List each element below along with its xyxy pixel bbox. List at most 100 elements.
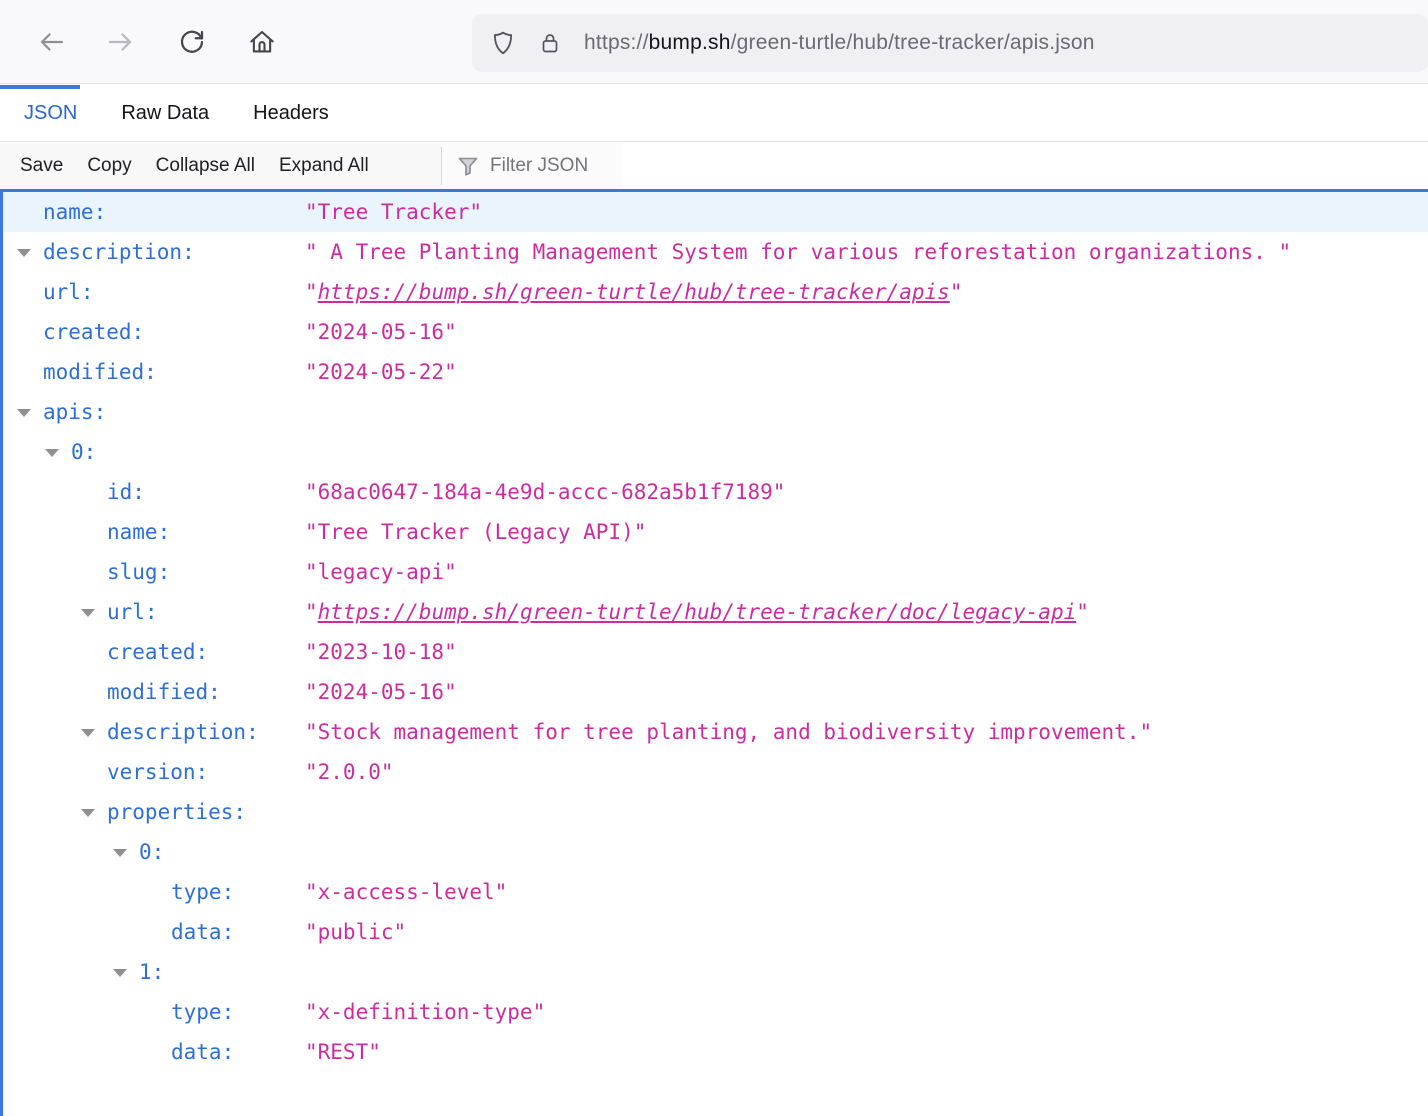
chevron-down-icon[interactable] — [81, 729, 95, 737]
json-key: type: — [171, 992, 234, 1032]
json-value: "2024-05-16" — [305, 672, 457, 712]
json-row[interactable]: description: "Stock management for tree p… — [3, 712, 1428, 752]
json-value: "2024-05-22" — [305, 352, 457, 392]
json-key: data: — [171, 1032, 234, 1072]
json-value[interactable]: "https://bump.sh/green-turtle/hub/tree-t… — [305, 272, 962, 312]
json-value: "public" — [305, 912, 406, 952]
json-viewer: name: "Tree Tracker" description: " A Tree … — [0, 189, 1428, 1116]
json-row[interactable]: properties: — [3, 792, 1428, 832]
json-key: name: — [107, 512, 170, 552]
json-key: name: — [43, 192, 106, 232]
json-value: "Stock management for tree planting, and… — [305, 712, 1152, 752]
json-key: type: — [171, 872, 234, 912]
json-row[interactable]: slug: "legacy-api" — [3, 552, 1428, 592]
json-value: "68ac0647-184a-4e9d-accc-682a5b1f7189" — [305, 472, 785, 512]
json-key: version: — [107, 752, 208, 792]
json-key: 0: — [71, 432, 96, 472]
shield-icon[interactable] — [490, 30, 516, 56]
json-key: url: — [107, 592, 158, 632]
browser-chrome: https://bump.sh/green-turtle/hub/tree-tr… — [0, 0, 1428, 84]
json-value: "x-definition-type" — [305, 992, 545, 1032]
json-row[interactable]: apis: — [3, 392, 1428, 432]
chevron-down-icon[interactable] — [81, 809, 95, 817]
json-key: url: — [43, 272, 94, 312]
json-row[interactable]: type: "x-access-level" — [3, 872, 1428, 912]
json-key: description: — [43, 232, 195, 272]
browser-window: https://bump.sh/green-turtle/hub/tree-tr… — [0, 0, 1428, 1116]
funnel-icon — [456, 154, 480, 178]
back-button[interactable] — [32, 22, 72, 62]
copy-button[interactable]: Copy — [87, 155, 131, 177]
json-row[interactable]: data: "public" — [3, 912, 1428, 952]
json-value: "2023-10-18" — [305, 632, 457, 672]
url-text: https://bump.sh/green-turtle/hub/tree-tr… — [584, 31, 1095, 55]
json-key: data: — [171, 912, 234, 952]
forward-button[interactable] — [100, 22, 140, 62]
json-row[interactable]: type: "x-definition-type" — [3, 992, 1428, 1032]
json-key: modified: — [43, 352, 157, 392]
expand-all-button[interactable]: Expand All — [279, 155, 369, 177]
tab-json[interactable]: JSON — [24, 102, 77, 125]
json-value-link[interactable]: https://bump.sh/green-turtle/hub/tree-tr… — [318, 600, 1077, 624]
chevron-down-icon[interactable] — [81, 609, 95, 617]
json-row[interactable]: 0: — [3, 432, 1428, 472]
json-row[interactable]: url: "https://bump.sh/green-turtle/hub/tr… — [3, 592, 1428, 632]
reload-icon — [177, 27, 207, 57]
viewer-toolbar: Save Copy Collapse All Expand All Filter JS… — [0, 143, 1428, 189]
json-row[interactable]: url: "https://bump.sh/green-turtle/hub/tr… — [3, 272, 1428, 312]
json-row[interactable]: data: "REST" — [3, 1032, 1428, 1072]
json-key: description: — [107, 712, 259, 752]
json-row[interactable]: id: "68ac0647-184a-4e9d-accc-682a5b1f7189… — [3, 472, 1428, 512]
viewer-tabstrip: JSON Raw Data Headers — [0, 85, 1428, 142]
chevron-down-icon[interactable] — [113, 969, 127, 977]
collapse-all-button[interactable]: Collapse All — [156, 155, 255, 177]
filter-input[interactable]: Filter JSON — [442, 143, 622, 189]
json-key: id: — [107, 472, 145, 512]
json-key: 1: — [139, 952, 164, 992]
json-row[interactable]: modified: "2024-05-16" — [3, 672, 1428, 712]
json-key: apis: — [43, 392, 106, 432]
json-key: created: — [43, 312, 144, 352]
json-row[interactable]: 0: — [3, 832, 1428, 872]
back-arrow-icon — [37, 27, 67, 57]
json-value: "2024-05-16" — [305, 312, 457, 352]
json-value: "2.0.0" — [305, 752, 394, 792]
json-value: "Tree Tracker (Legacy API)" — [305, 512, 646, 552]
json-key: properties: — [107, 792, 246, 832]
chevron-down-icon[interactable] — [45, 449, 59, 457]
json-value: " A Tree Planting Management System for … — [305, 232, 1291, 272]
filter-placeholder: Filter JSON — [490, 155, 588, 177]
json-value: "x-access-level" — [305, 872, 507, 912]
json-value: "Tree Tracker" — [305, 192, 482, 232]
json-row[interactable]: description: " A Tree Planting Management… — [3, 232, 1428, 272]
json-value[interactable]: "https://bump.sh/green-turtle/hub/tree-t… — [305, 592, 1089, 632]
json-row[interactable]: 1: — [3, 952, 1428, 992]
url-scheme: https:// — [584, 31, 649, 54]
url-bar[interactable]: https://bump.sh/green-turtle/hub/tree-tr… — [472, 14, 1428, 72]
json-row[interactable]: version: "2.0.0" — [3, 752, 1428, 792]
lock-icon[interactable] — [538, 30, 562, 56]
tab-headers[interactable]: Headers — [253, 102, 329, 125]
json-row[interactable]: created: "2023-10-18" — [3, 632, 1428, 672]
json-key: created: — [107, 632, 208, 672]
json-row[interactable]: name: "Tree Tracker" — [3, 192, 1428, 232]
tab-raw-data[interactable]: Raw Data — [121, 102, 209, 125]
json-value-link[interactable]: https://bump.sh/green-turtle/hub/tree-tr… — [318, 280, 950, 304]
json-value: "legacy-api" — [305, 552, 457, 592]
json-key: modified: — [107, 672, 221, 712]
reload-button[interactable] — [172, 22, 212, 62]
json-row[interactable]: modified: "2024-05-22" — [3, 352, 1428, 392]
chevron-down-icon[interactable] — [113, 849, 127, 857]
url-path: /green-turtle/hub/tree-tracker/apis.json — [731, 31, 1095, 54]
json-key: 0: — [139, 832, 164, 872]
viewer-tabs: JSON Raw Data Headers — [0, 85, 1428, 141]
toolbar-button-group: Save Copy Collapse All Expand All — [0, 143, 441, 189]
home-button[interactable] — [242, 22, 282, 62]
chevron-down-icon[interactable] — [17, 409, 31, 417]
json-key: slug: — [107, 552, 170, 592]
json-row[interactable]: name: "Tree Tracker (Legacy API)" — [3, 512, 1428, 552]
json-row[interactable]: created: "2024-05-16" — [3, 312, 1428, 352]
json-value: "REST" — [305, 1032, 381, 1072]
chevron-down-icon[interactable] — [17, 249, 31, 257]
save-button[interactable]: Save — [20, 155, 63, 177]
